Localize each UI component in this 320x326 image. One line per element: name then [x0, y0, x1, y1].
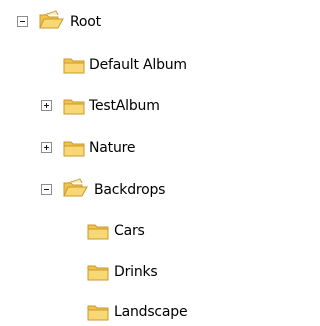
folder-closed-icon: [63, 99, 85, 115]
tree-node-nature[interactable]: Nature: [0, 136, 160, 160]
folder-closed-icon: [87, 305, 109, 321]
folder-closed-icon: [63, 58, 85, 74]
folder-open-icon: [39, 10, 64, 29]
tree-node-label[interactable]: Landscape: [114, 303, 188, 321]
tree-node-cars[interactable]: Cars: [0, 219, 180, 243]
folder-open-icon: [63, 178, 88, 197]
tree-node-drinks[interactable]: Drinks: [0, 260, 180, 284]
collapse-toggle-icon[interactable]: [17, 16, 28, 27]
expand-toggle-icon[interactable]: [41, 100, 52, 111]
folder-closed-icon: [87, 265, 109, 281]
tree-node-label[interactable]: Drinks: [114, 263, 158, 281]
tree-node-label[interactable]: Default Album: [89, 56, 187, 74]
tree-node-testalbum[interactable]: TestAlbum: [0, 94, 180, 118]
tree-node-label[interactable]: Cars: [114, 222, 145, 240]
folder-closed-icon: [87, 224, 109, 240]
expand-toggle-icon[interactable]: [41, 142, 52, 153]
tree-node-root[interactable]: Root: [0, 10, 120, 34]
collapse-toggle-icon[interactable]: [41, 184, 52, 195]
tree-node-label[interactable]: Backdrops: [94, 181, 165, 199]
tree-node-backdrops[interactable]: Backdrops: [0, 178, 200, 202]
tree-node-label[interactable]: Root: [70, 13, 101, 31]
tree-node-landscape[interactable]: Landscape: [0, 300, 246, 324]
tree-node-default-album[interactable]: Default Album: [0, 53, 246, 77]
album-tree: Root Default Album TestAlbum Nature Back…: [0, 0, 246, 326]
folder-closed-icon: [63, 141, 85, 157]
tree-node-label[interactable]: Nature: [89, 139, 135, 157]
tree-node-label[interactable]: TestAlbum: [89, 97, 160, 115]
